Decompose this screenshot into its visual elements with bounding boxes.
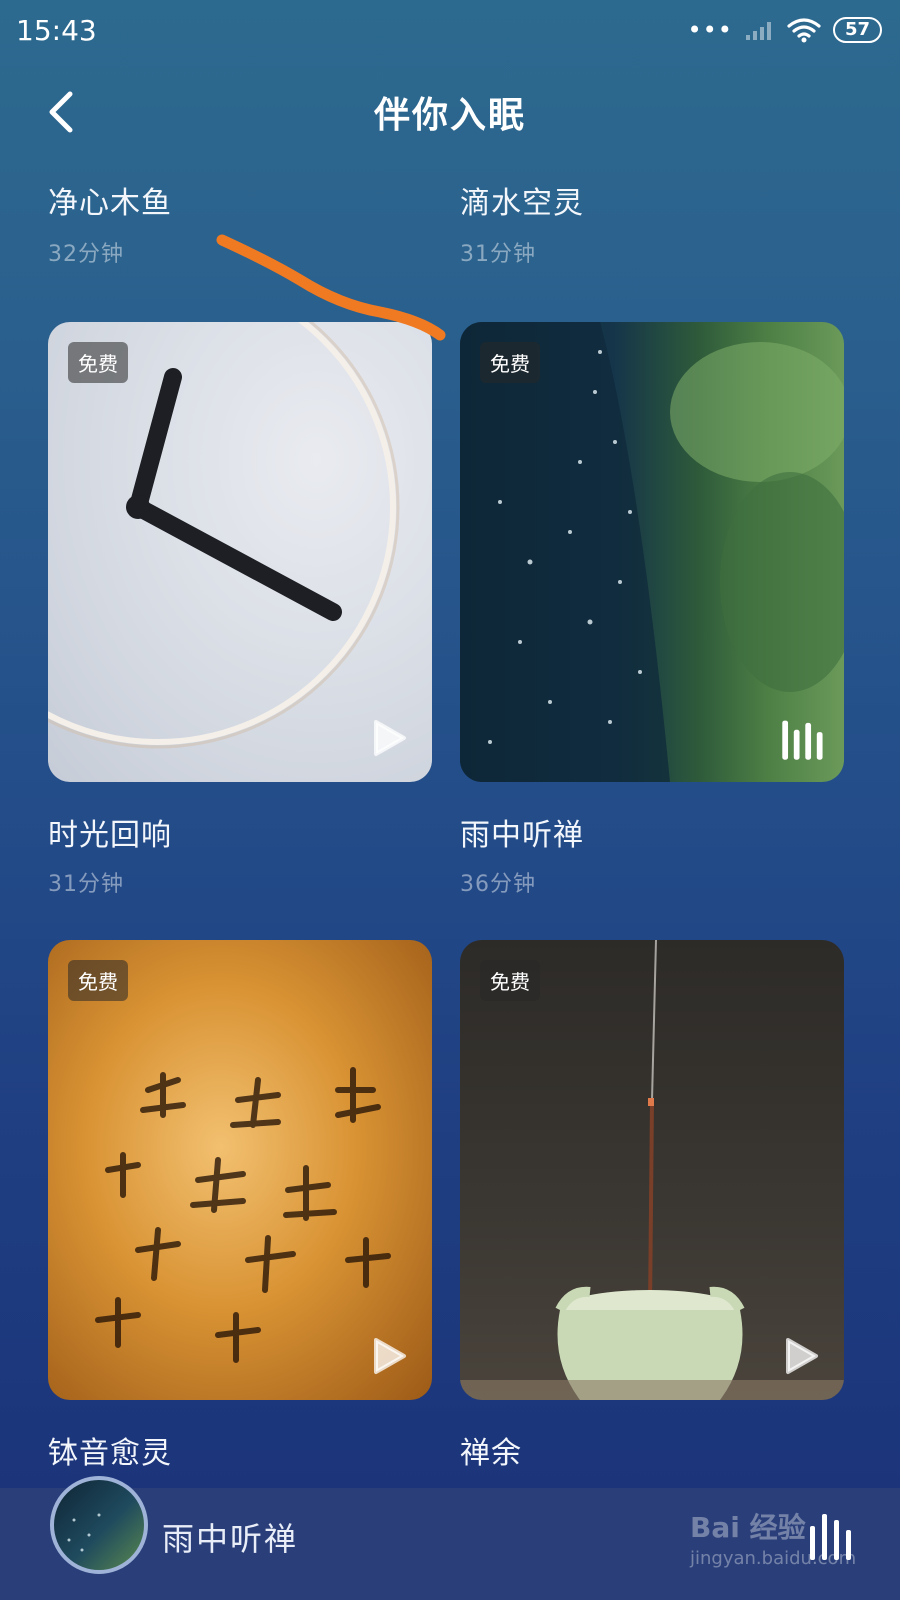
clock-image[interactable]: 免费 <box>48 322 432 782</box>
wifi-icon <box>787 18 821 43</box>
free-badge: 免费 <box>68 342 128 383</box>
track-card-boyin[interactable]: 免费 钵音愈灵 <box>48 940 432 1472</box>
play-icon[interactable] <box>780 1336 820 1376</box>
track-title: 钵音愈灵 <box>48 1436 172 1471</box>
track-item-jingxin[interactable]: 净心木鱼 32分钟 <box>48 178 432 268</box>
rain-cover-image <box>67 1513 101 1552</box>
incense-image[interactable]: 免费 <box>460 940 844 1400</box>
track-title: 时光回响 <box>48 818 172 853</box>
free-badge: 免费 <box>480 342 540 383</box>
rain-image[interactable]: 免费 <box>460 322 844 782</box>
track-duration: 31分钟 <box>48 872 124 897</box>
play-icon[interactable] <box>368 1336 408 1376</box>
status-time: 15:43 <box>16 14 97 47</box>
track-title: 滴水空灵 <box>460 186 584 221</box>
play-icon[interactable] <box>368 718 408 758</box>
now-playing-cover[interactable] <box>50 1476 148 1574</box>
mini-player-bar[interactable]: 雨中听禅 Bai 经验 jingyan.baidu.com <box>0 1476 900 1600</box>
track-card-yuzhong[interactable]: 免费 雨中听禅 36分钟 <box>460 322 844 898</box>
status-bar: 15:43 ••• 57 <box>0 0 900 64</box>
battery-icon: 57 <box>832 17 882 43</box>
more-dots-icon: ••• <box>687 16 733 44</box>
track-title: 禅余 <box>460 1436 522 1471</box>
page-header: 伴你入眠 <box>0 64 900 160</box>
rain-illustration <box>460 322 844 782</box>
playing-bars-icon[interactable] <box>780 716 826 762</box>
signal-icon <box>745 22 771 40</box>
calligraphy-image[interactable]: 免费 <box>48 940 432 1400</box>
free-badge: 免费 <box>480 960 540 1001</box>
track-title: 雨中听禅 <box>460 818 584 853</box>
free-badge: 免费 <box>68 960 128 1001</box>
incense-illustration <box>460 940 844 1400</box>
track-card-shiguang[interactable]: 免费 时光回响 31分钟 <box>48 322 432 898</box>
track-item-dishui[interactable]: 滴水空灵 31分钟 <box>460 178 844 268</box>
track-duration: 36分钟 <box>460 872 536 897</box>
track-title: 净心木鱼 <box>48 186 172 221</box>
track-duration: 31分钟 <box>460 242 536 267</box>
track-duration: 32分钟 <box>48 242 124 267</box>
status-icons: ••• 57 <box>687 16 882 44</box>
calligraphy-illustration <box>95 1067 391 1363</box>
equalizer-icon[interactable] <box>808 1508 854 1564</box>
watermark-brand: Bai 经验 <box>690 1511 806 1544</box>
clock-illustration <box>48 322 400 749</box>
page-title: 伴你入眠 <box>373 95 526 136</box>
now-playing-title[interactable]: 雨中听禅 <box>162 1514 298 1560</box>
track-card-chanyu[interactable]: 免费 禅余 <box>460 940 844 1472</box>
